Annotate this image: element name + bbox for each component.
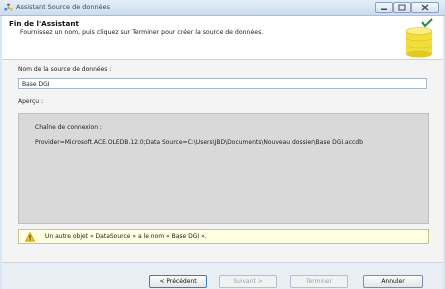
maximize-button[interactable] [393, 2, 411, 13]
wizard-header: Fin de l'Assistant Fournissez un nom, pu… [2, 16, 443, 60]
preview-panel: Chaîne de connexion : Provider=Microsoft… [18, 113, 429, 224]
wizard-footer: < Précédent Suivant > Terminer Annuler [2, 262, 443, 289]
previous-button[interactable]: < Précédent [149, 275, 207, 288]
minimize-button[interactable] [375, 2, 393, 13]
cancel-button[interactable]: Annuler [363, 275, 423, 288]
close-button[interactable] [411, 2, 439, 13]
datasource-name-input[interactable]: Base DGI [18, 78, 427, 89]
title-bar: Assistant Source de données [0, 0, 445, 16]
page-title: Fin de l'Assistant [9, 19, 79, 28]
maximize-icon [398, 4, 406, 11]
wizard-icon [4, 3, 13, 11]
warning-text: Un autre objet « DataSource » a le nom «… [45, 233, 207, 240]
window-title: Assistant Source de données [16, 3, 110, 11]
wizard-content: Nom de la source de données : Base DGI A… [2, 60, 443, 262]
next-button[interactable]: Suivant > [219, 275, 277, 288]
database-icon [405, 18, 433, 58]
preview-label: Aperçu : [18, 98, 43, 105]
minimize-icon [381, 8, 387, 10]
close-icon [421, 4, 429, 11]
page-subtitle: Fournissez un nom, puis cliquez sur Term… [20, 29, 264, 36]
connection-string-label: Chaîne de connexion : [35, 124, 102, 131]
warning-icon [25, 232, 35, 242]
connection-string-value: Provider=Microsoft.ACE.OLEDB.12.0;Data S… [35, 139, 363, 146]
datasource-name-label: Nom de la source de données : [18, 66, 112, 73]
warning-banner: Un autre objet « DataSource » a le nom «… [18, 229, 429, 244]
finish-button[interactable]: Terminer [290, 275, 348, 288]
